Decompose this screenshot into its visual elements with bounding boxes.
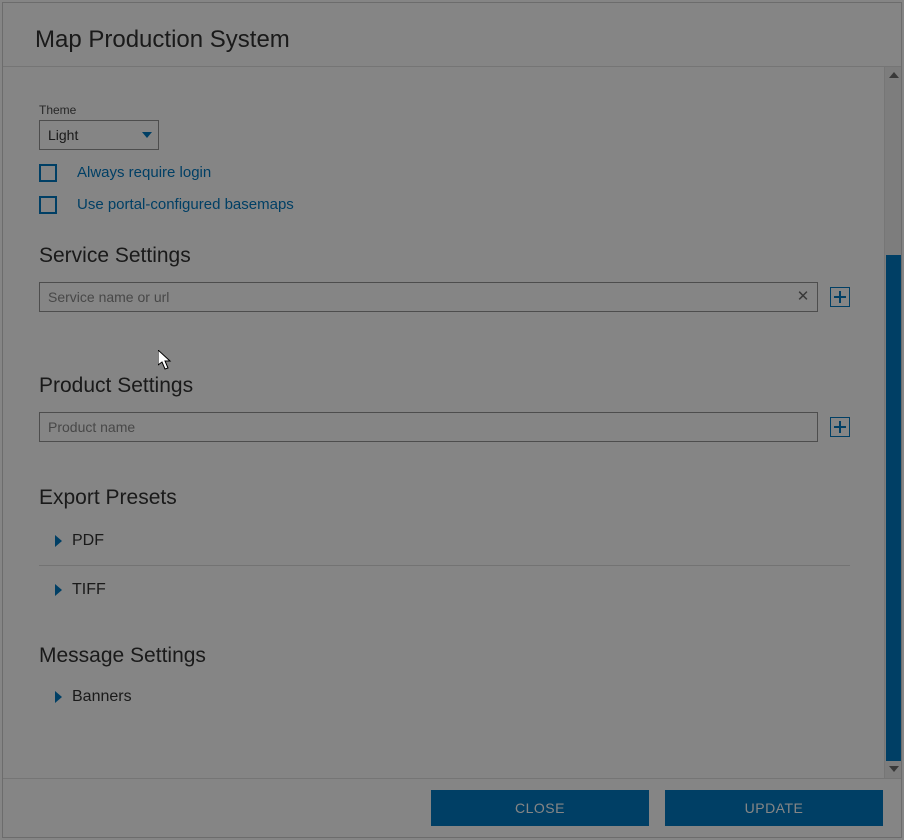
service-settings-section: Service Settings ✕ — [39, 244, 850, 312]
require-login-label: Always require login — [77, 164, 211, 181]
message-banners[interactable]: Banners — [39, 676, 850, 718]
export-preset-pdf[interactable]: PDF — [39, 518, 850, 566]
portal-basemaps-label: Use portal-configured basemaps — [77, 196, 294, 213]
general-section: Theme Light Always require login Use por… — [39, 103, 850, 214]
require-login-checkbox[interactable] — [39, 164, 57, 182]
product-name-input[interactable] — [39, 412, 818, 442]
message-settings-list: Banners — [39, 676, 850, 718]
message-settings-section: Message Settings Banners — [39, 644, 850, 718]
clear-icon[interactable]: ✕ — [794, 288, 812, 306]
dialog-title: Map Production System — [35, 26, 290, 54]
dialog-body-wrap: Theme Light Always require login Use por… — [3, 67, 901, 778]
scroll-up-icon[interactable] — [885, 67, 902, 84]
caret-down-icon — [142, 132, 152, 138]
add-service-button[interactable] — [830, 287, 850, 307]
product-input-row — [39, 412, 850, 442]
theme-label: Theme — [39, 103, 850, 117]
update-button[interactable]: UPDATE — [665, 790, 883, 826]
product-settings-section: Product Settings — [39, 374, 850, 442]
export-presets-title: Export Presets — [39, 486, 850, 510]
portal-basemaps-checkbox[interactable] — [39, 196, 57, 214]
chevron-right-icon — [55, 535, 62, 547]
theme-select[interactable]: Light — [39, 120, 159, 150]
export-preset-label: TIFF — [72, 581, 106, 599]
plus-icon — [834, 291, 846, 303]
scroll-down-icon[interactable] — [885, 761, 902, 778]
theme-select-value: Light — [48, 127, 78, 143]
export-presets-list: PDF TIFF — [39, 518, 850, 614]
scrollbar[interactable] — [884, 67, 901, 778]
close-button[interactable]: CLOSE — [431, 790, 649, 826]
add-product-button[interactable] — [830, 417, 850, 437]
dialog-body: Theme Light Always require login Use por… — [3, 67, 884, 778]
message-item-label: Banners — [72, 688, 132, 706]
chevron-right-icon — [55, 691, 62, 703]
service-name-input[interactable] — [39, 282, 818, 312]
export-preset-label: PDF — [72, 532, 104, 550]
service-input-row: ✕ — [39, 282, 850, 312]
require-login-row[interactable]: Always require login — [39, 164, 850, 182]
product-settings-title: Product Settings — [39, 374, 850, 398]
dialog-header: Map Production System — [3, 3, 901, 67]
settings-dialog: Map Production System Theme Light Alw — [2, 2, 902, 838]
export-preset-tiff[interactable]: TIFF — [39, 566, 850, 614]
chevron-right-icon — [55, 584, 62, 596]
theme-field: Theme Light — [39, 103, 850, 150]
plus-icon — [834, 421, 846, 433]
scrollbar-thumb[interactable] — [886, 255, 901, 761]
message-settings-title: Message Settings — [39, 644, 850, 668]
portal-basemaps-row[interactable]: Use portal-configured basemaps — [39, 196, 850, 214]
service-settings-title: Service Settings — [39, 244, 850, 268]
dialog-footer: CLOSE UPDATE — [3, 778, 901, 837]
export-presets-section: Export Presets PDF TIFF — [39, 486, 850, 614]
